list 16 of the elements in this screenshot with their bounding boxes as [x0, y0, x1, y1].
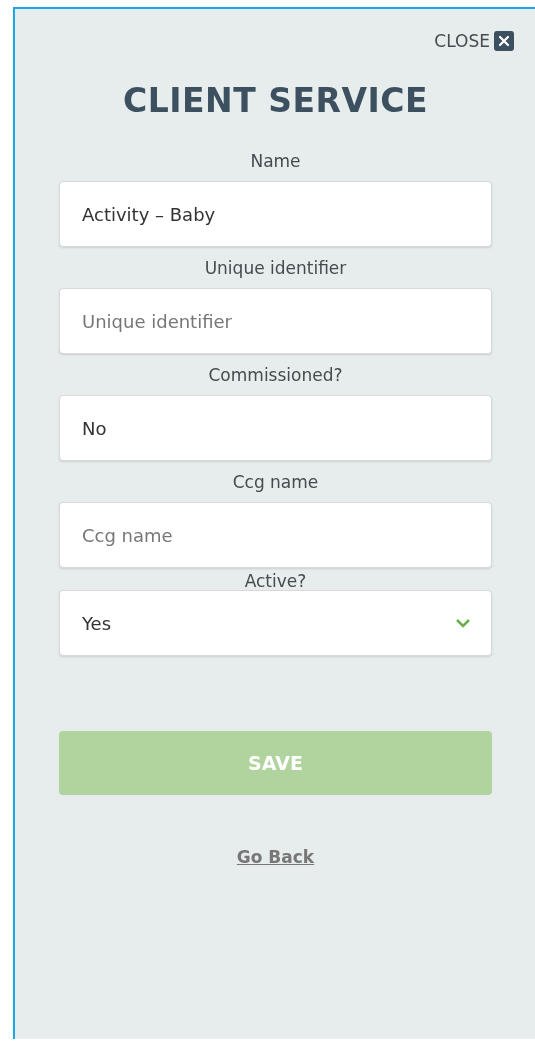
field-label: Commissioned? [208, 364, 343, 386]
input-field[interactable]: No [59, 395, 492, 461]
field-label: Name [250, 150, 301, 172]
select-field[interactable]: Yes [59, 590, 492, 656]
field-label: Ccg name [232, 471, 319, 493]
field-label: Unique identifier [204, 257, 347, 279]
close-button[interactable]: CLOSE [434, 31, 514, 51]
input-field[interactable]: Ccg name [59, 502, 492, 568]
field-label: Active? [244, 572, 307, 590]
go-back-link[interactable]: Go Back [236, 847, 315, 867]
select-value: Yes [82, 612, 112, 634]
input-field[interactable]: Unique identifier [59, 288, 492, 354]
chevron-down-icon [455, 617, 471, 629]
form-title: CLIENT SERVICE [122, 81, 429, 120]
close-icon [494, 31, 514, 51]
input-field[interactable]: Activity – Baby [59, 181, 492, 247]
